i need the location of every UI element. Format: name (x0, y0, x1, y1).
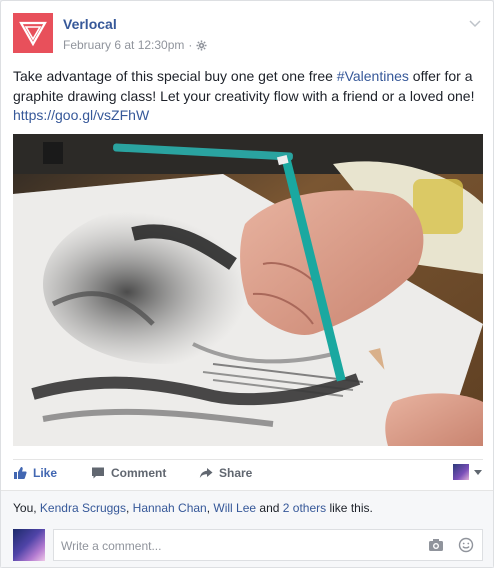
post-header: Verlocal February 6 at 12:30pm · (13, 13, 483, 57)
page-name[interactable]: Verlocal (63, 16, 117, 32)
comment-composer: Write a comment... (1, 523, 493, 567)
like-label: Like (33, 466, 58, 480)
liker-name-1[interactable]: Kendra Scruggs (40, 501, 126, 515)
likes-suffix: like this. (326, 501, 373, 515)
camera-icon[interactable] (428, 537, 444, 553)
comment-input[interactable]: Write a comment... (53, 529, 483, 561)
mini-avatar (453, 464, 469, 480)
likes-you: You, (13, 501, 40, 515)
avatar[interactable] (13, 529, 45, 561)
comment-placeholder: Write a comment... (61, 539, 162, 553)
liker-name-2[interactable]: Hannah Chan (133, 501, 207, 515)
post-card: Verlocal February 6 at 12:30pm · Take ad… (0, 0, 494, 568)
emoji-icon[interactable] (458, 537, 474, 553)
comment-label: Comment (111, 466, 167, 480)
meta-separator: · (188, 38, 193, 52)
post-url-link[interactable]: https://goo.gl/vsZFhW (13, 107, 149, 123)
likes-and: and (256, 501, 283, 515)
share-arrow-icon (199, 468, 213, 478)
comment-input-icons (428, 537, 474, 553)
share-button[interactable]: Share (199, 466, 252, 480)
chevron-down-icon[interactable] (467, 15, 483, 31)
verlocal-logo[interactable] (13, 13, 53, 53)
likes-summary: You, Kendra Scruggs, Hannah Chan, Will L… (1, 490, 493, 523)
like-button[interactable]: Like (13, 466, 57, 480)
share-label: Share (219, 466, 253, 480)
triangle-logo-icon (19, 21, 47, 47)
liker-name-3[interactable]: Will Lee (213, 501, 256, 515)
likes-others-link[interactable]: 2 others (283, 501, 326, 515)
comment-button[interactable]: Comment (91, 466, 166, 480)
likes-sep-1: , (125, 501, 133, 515)
public-globe-icon[interactable] (196, 39, 207, 51)
drawing-photo-image (13, 134, 483, 446)
post-photo[interactable] (13, 134, 483, 446)
post-text-part1: Take advantage of this special buy one g… (13, 68, 337, 84)
post-as-selector[interactable] (453, 464, 483, 480)
comment-bubble-icon (92, 467, 104, 479)
post-timestamp[interactable]: February 6 at 12:30pm (63, 38, 184, 52)
caret-down-icon (474, 470, 482, 475)
post-actions-bar: Like Comment Share (13, 459, 483, 489)
thumbs-up-icon (14, 467, 27, 479)
hashtag-link[interactable]: #Valentines (337, 68, 409, 84)
post-meta: February 6 at 12:30pm · (63, 38, 207, 52)
post-message: Take advantage of this special buy one g… (13, 67, 483, 126)
